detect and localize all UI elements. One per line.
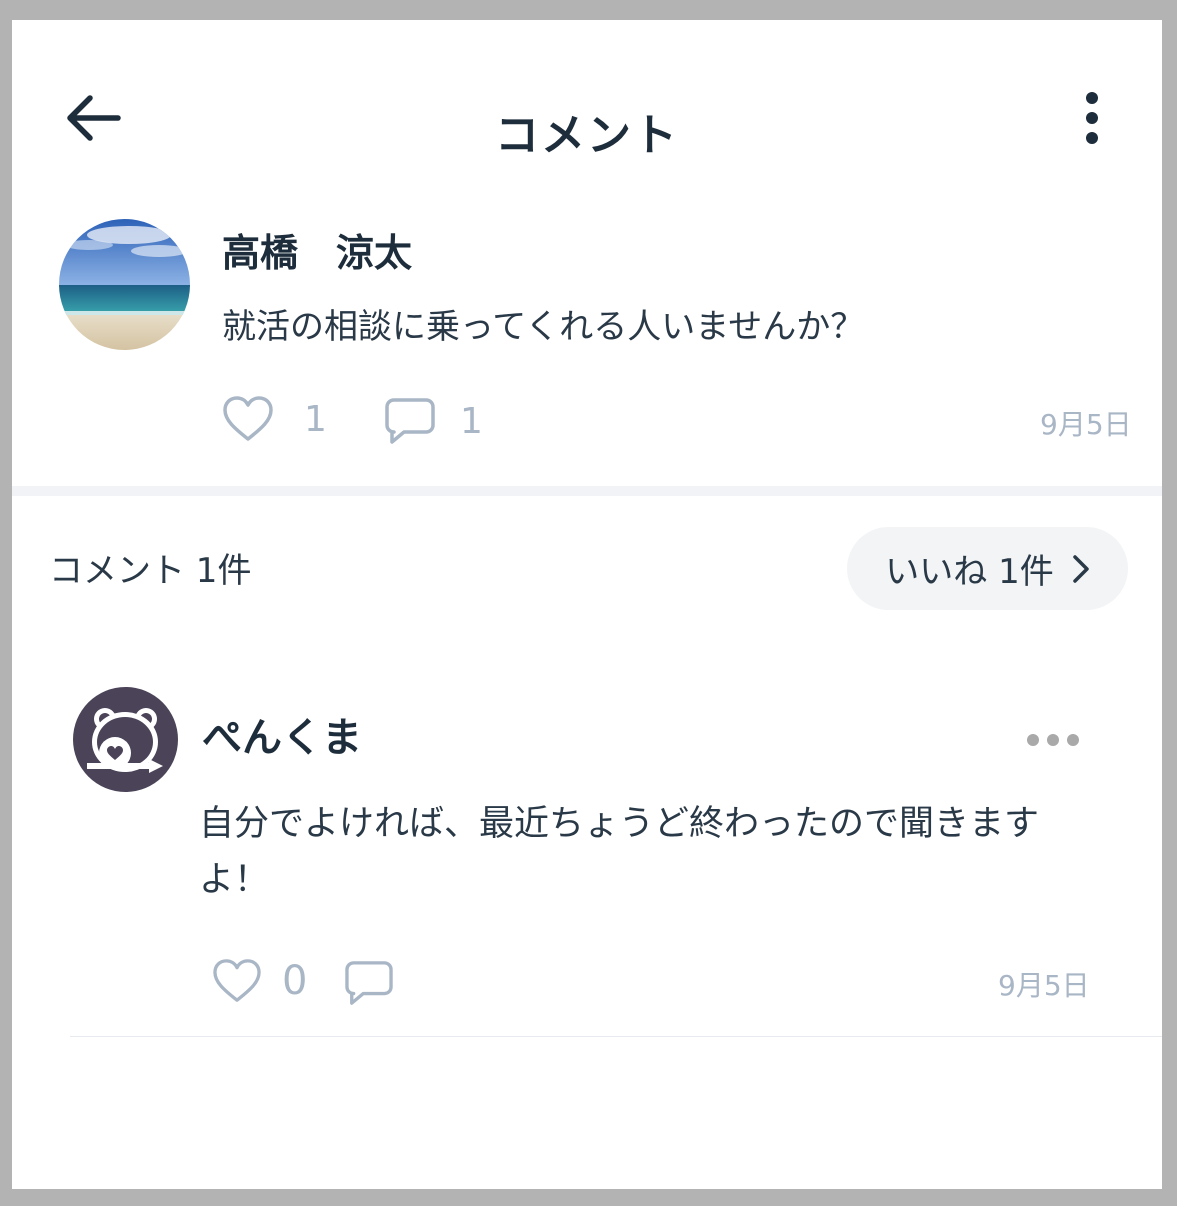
post-author-avatar[interactable] (59, 219, 190, 350)
beach-photo-image (59, 219, 190, 350)
section-divider (12, 486, 1162, 496)
more-menu-button[interactable] (1070, 88, 1114, 148)
bear-icon (87, 708, 163, 773)
post-like-count: 1 (304, 398, 327, 440)
page-title: コメント (495, 110, 679, 161)
heart-icon (213, 959, 261, 1002)
kebab-menu-icon (1086, 92, 1098, 144)
heart-icon (223, 396, 273, 441)
comment-like-count: 0 (282, 958, 308, 1004)
likes-list-button[interactable]: いいね 1件 (847, 527, 1128, 610)
comment-like-button[interactable]: 0 (212, 958, 307, 1004)
comment-author-name[interactable]: ぺんくま (202, 710, 362, 766)
post-comment-button[interactable]: 1 (384, 397, 483, 445)
comment-divider (70, 1036, 1162, 1037)
comment-count-label: コメント 1件 (49, 551, 252, 591)
speech-bubble-icon (385, 398, 435, 444)
post-comment-count: 1 (460, 400, 483, 442)
screen: コメント 高橋 涼太 就活の相談に乗ってくれる人いませんか？ 1 1 9月5日 … (12, 20, 1162, 1189)
post-body-text: 就活の相談に乗ってくれる人いませんか？ (222, 307, 865, 347)
comment-author-avatar[interactable] (73, 687, 178, 792)
comment-more-button[interactable] (1022, 722, 1084, 758)
post-like-button[interactable]: 1 (222, 395, 327, 443)
post-date: 9月5日 (1040, 408, 1132, 441)
more-horizontal-icon (1027, 734, 1079, 746)
comment-date: 9月5日 (998, 969, 1090, 1002)
speech-bubble-icon (345, 961, 393, 1005)
post-author-name[interactable]: 高橋 涼太 (222, 225, 412, 281)
comment-reply-button[interactable] (344, 960, 394, 1006)
chevron-right-icon (1072, 554, 1089, 583)
likes-pill-label: いいね 1件 (885, 552, 1054, 592)
comment-body-text: 自分でよければ、最近ちょうど終わったので聞きますよ！ (199, 804, 1040, 900)
